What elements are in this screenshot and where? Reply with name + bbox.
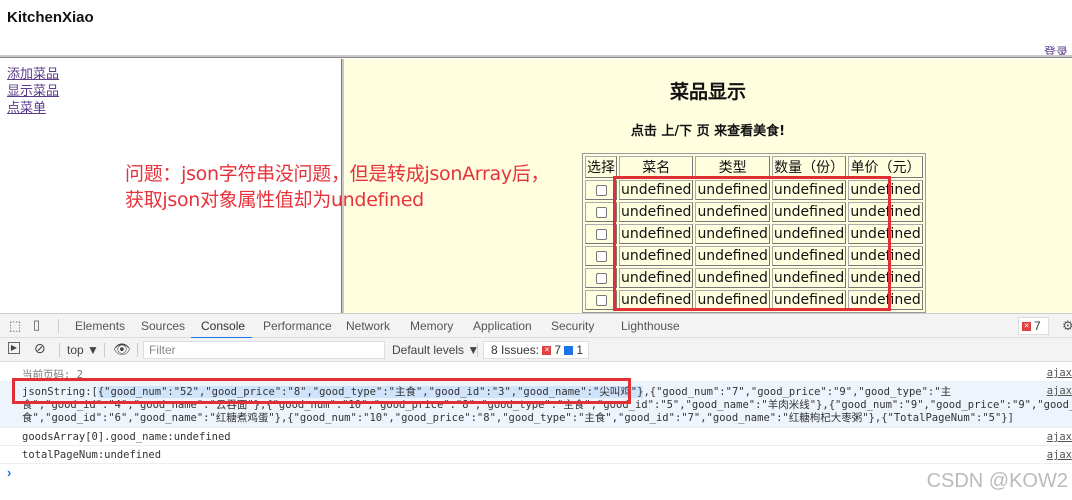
tab-console[interactable]: Console bbox=[201, 319, 245, 333]
row-checkbox[interactable] bbox=[595, 184, 607, 196]
divider bbox=[59, 343, 60, 357]
nav-show-dishes[interactable]: 显示菜品 bbox=[7, 83, 59, 100]
page: KitchenXiao 登录 添加菜品 显示菜品 点菜单 问题：json字符串没… bbox=[0, 0, 1072, 500]
devtools-panel: ⬚ ▯ Elements Sources Console Performance… bbox=[0, 313, 1072, 500]
brand-title: KitchenXiao bbox=[7, 9, 94, 26]
error-count-badge[interactable]: ✕ 7 bbox=[1018, 317, 1049, 335]
row-checkbox[interactable] bbox=[595, 294, 607, 306]
row-checkbox[interactable] bbox=[595, 228, 607, 240]
tab-memory[interactable]: Memory bbox=[410, 319, 453, 333]
annotation-line-2: 获取json对象属性值却为undefined bbox=[125, 189, 424, 211]
show-sidebar-icon[interactable]: ▶ bbox=[8, 342, 20, 354]
watermark: CSDN @KOW2 bbox=[926, 470, 1068, 492]
page-subtitle: 点击 上/下 页 来查看美食! bbox=[630, 124, 786, 139]
devtools-tabbar: ⬚ ▯ Elements Sources Console Performance… bbox=[0, 313, 1072, 339]
source-link[interactable]: ajax bbox=[1047, 449, 1072, 461]
col-type: 类型 bbox=[695, 156, 770, 178]
col-name: 菜名 bbox=[619, 156, 694, 178]
error-icon: ✕ bbox=[1022, 322, 1031, 332]
tab-application[interactable]: Application bbox=[473, 319, 532, 333]
row-checkbox[interactable] bbox=[595, 250, 607, 262]
clear-console-icon[interactable]: ⊘ bbox=[34, 340, 46, 357]
source-link[interactable]: ajax bbox=[1047, 431, 1072, 443]
annotation-line-1: 问题：json字符串没问题，但是转成jsonArray后， bbox=[125, 163, 550, 185]
highlight-box-jsonstring bbox=[12, 378, 631, 404]
live-expression-eye-icon[interactable]: 👁 bbox=[113, 341, 131, 358]
tab-performance[interactable]: Performance bbox=[263, 319, 332, 333]
source-link[interactable]: ajax bbox=[1028, 385, 1072, 397]
tab-elements[interactable]: Elements bbox=[75, 319, 125, 333]
tab-network[interactable]: Network bbox=[346, 319, 390, 333]
log-levels-dropdown[interactable]: Default levels ▼ bbox=[392, 343, 479, 357]
tab-lighthouse[interactable]: Lighthouse bbox=[621, 319, 680, 333]
filter-input[interactable]: Filter bbox=[143, 341, 385, 359]
col-select: 选择 bbox=[585, 156, 617, 178]
col-quantity: 数量（份） bbox=[771, 156, 847, 178]
top-frame: KitchenXiao 登录 bbox=[0, 0, 1072, 59]
console-message: totalPageNum:undefined ajax bbox=[0, 446, 1072, 464]
source-link[interactable]: ajax bbox=[1047, 367, 1072, 379]
divider bbox=[137, 343, 138, 357]
annotation-text: 问题：json字符串没问题，但是转成jsonArray后， 获取json对象属性… bbox=[125, 161, 549, 213]
frame-divider-horizontal[interactable] bbox=[0, 55, 1072, 58]
divider bbox=[58, 319, 59, 333]
page-title: 菜品显示 bbox=[669, 81, 746, 103]
error-icon: ✕ bbox=[542, 346, 552, 356]
context-selector[interactable]: top ▼ bbox=[67, 343, 99, 357]
row-checkbox[interactable] bbox=[595, 272, 607, 284]
issues-button[interactable]: 8 Issues: ✕ 7 1 bbox=[483, 341, 589, 359]
console-toolbar: ▶ ⊘ top ▼ 👁 Filter Default levels ▼ 8 Is… bbox=[0, 338, 1072, 362]
console-prompt-icon[interactable]: › bbox=[7, 465, 11, 480]
tab-sources[interactable]: Sources bbox=[141, 319, 185, 333]
inspect-element-icon[interactable]: ⬚ bbox=[9, 318, 21, 334]
device-toolbar-icon[interactable]: ▯ bbox=[33, 317, 40, 333]
nav-order-menu[interactable]: 点菜单 bbox=[7, 100, 59, 117]
console-message: goodsArray[0].good_name:undefined ajax bbox=[0, 428, 1072, 446]
settings-gear-icon[interactable]: ⚙ bbox=[1062, 318, 1072, 334]
divider bbox=[477, 343, 478, 357]
highlight-box-table bbox=[613, 176, 891, 311]
divider bbox=[104, 343, 105, 357]
row-checkbox[interactable] bbox=[595, 206, 607, 218]
table-header-row: 选择 菜名 类型 数量（份） 单价（元） bbox=[585, 156, 923, 178]
message-icon bbox=[564, 346, 574, 356]
tab-security[interactable]: Security bbox=[551, 319, 594, 333]
nav-add-dish[interactable]: 添加菜品 bbox=[7, 66, 59, 83]
col-price: 单价（元） bbox=[848, 156, 923, 178]
